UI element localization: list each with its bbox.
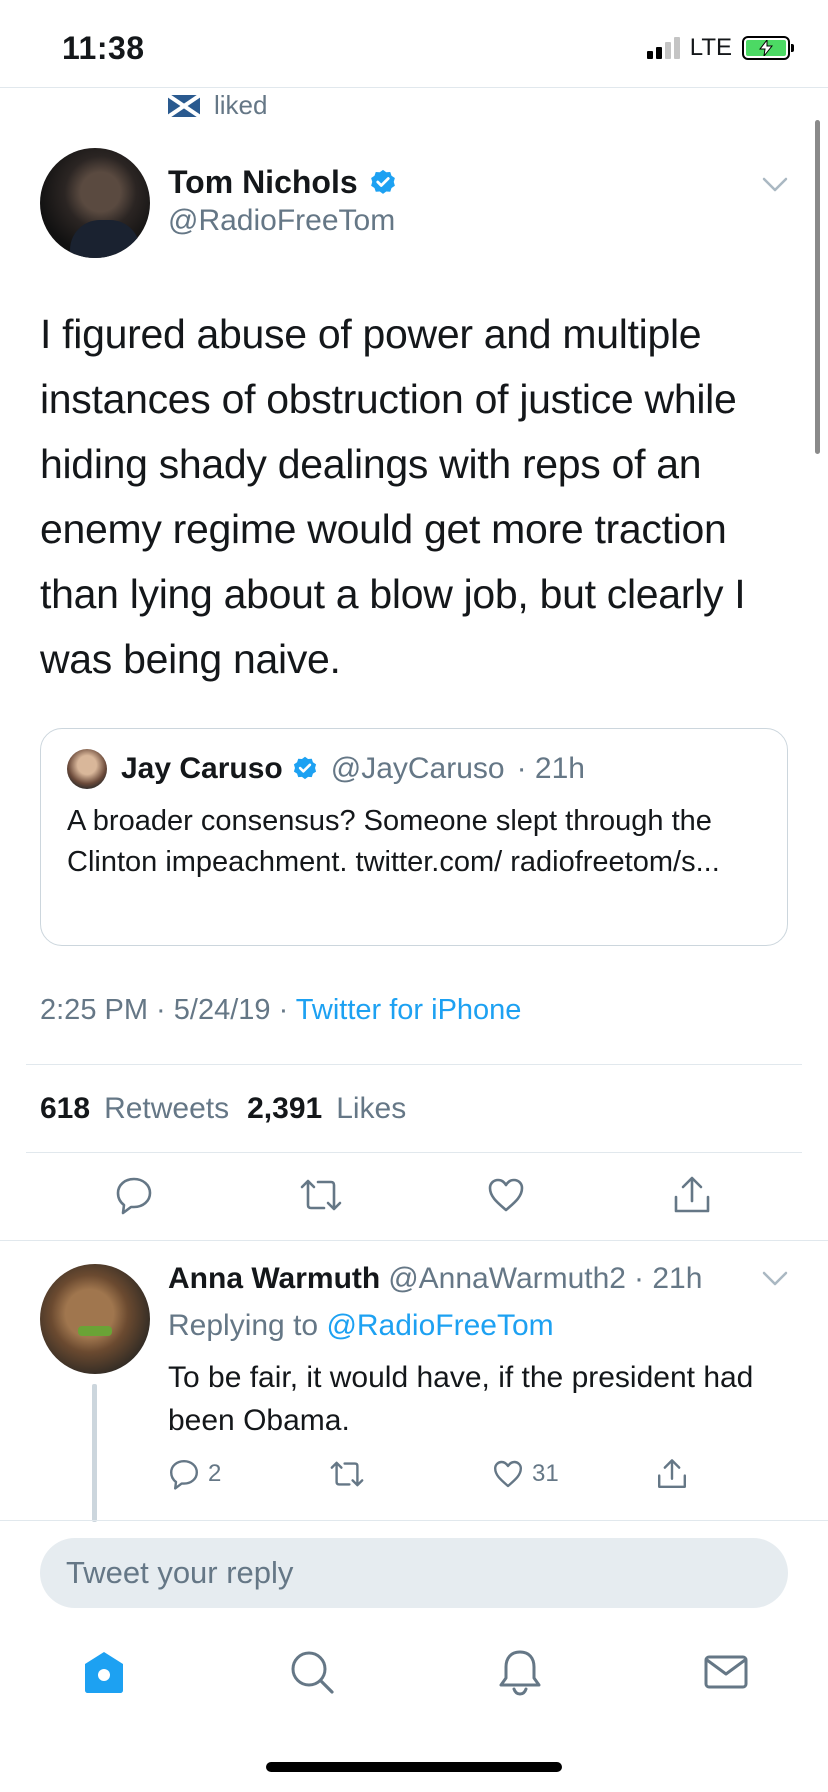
replying-to: Replying to @RadioFreeTom — [168, 1309, 554, 1343]
reply-icon[interactable] — [114, 1175, 154, 1215]
like-count: 31 — [532, 1460, 559, 1487]
retweet-icon — [330, 1461, 364, 1487]
reply-reply-button[interactable]: 2 — [168, 1456, 221, 1492]
author-name[interactable]: Tom Nichols — [168, 164, 358, 201]
reply-share-button[interactable] — [656, 1456, 688, 1492]
search-icon[interactable] — [288, 1648, 336, 1696]
tweet-source-link[interactable]: Twitter for iPhone — [296, 994, 522, 1026]
replying-to-mention[interactable]: @RadioFreeTom — [326, 1309, 553, 1342]
quote-text: A broader consensus? Someone slept throu… — [67, 805, 720, 878]
verified-badge-icon — [293, 756, 316, 780]
avatar[interactable] — [40, 148, 150, 258]
replying-to-prefix: Replying to — [168, 1309, 319, 1342]
home-indicator[interactable] — [266, 1762, 562, 1772]
quote-header: Jay Caruso @JayCaruso · 21h — [67, 747, 761, 791]
tweet-meta: 2:25 PM · 5/24/19 · Twitter for iPhone — [40, 994, 521, 1027]
quote-author-name: Jay Caruso — [121, 752, 283, 785]
chevron-down-icon[interactable] — [762, 1270, 788, 1288]
thread-line — [92, 1384, 97, 1522]
retweets-count[interactable]: 618 — [40, 1092, 90, 1126]
status-indicators: LTE — [646, 34, 794, 62]
status-time: 11:38 — [62, 30, 145, 66]
reply-icon — [170, 1460, 198, 1490]
divider — [0, 1240, 828, 1241]
tweet-reply-input[interactable] — [40, 1538, 788, 1608]
reply-avatar[interactable] — [40, 1264, 150, 1374]
tab-bar — [0, 1648, 828, 1704]
retweet-icon[interactable] — [298, 1175, 344, 1215]
reply-actions: 2 31 — [0, 1456, 828, 1492]
liked-label: liked — [214, 90, 268, 120]
signal-icon — [646, 37, 680, 59]
tweet-stats: 618 Retweets 2,391 Likes — [40, 1092, 410, 1126]
reply-author-name[interactable]: Anna Warmuth — [168, 1262, 380, 1296]
network-type: LTE — [689, 34, 732, 61]
reply-author-handle[interactable]: @AnnaWarmuth2 — [388, 1262, 626, 1296]
notifications-bell-icon[interactable] — [496, 1648, 544, 1696]
home-icon[interactable] — [80, 1648, 128, 1696]
share-icon — [658, 1459, 686, 1488]
reply-retweet-button[interactable] — [328, 1456, 366, 1492]
quote-time: · 21h — [516, 752, 585, 785]
quote-avatar — [67, 749, 107, 789]
tweet-timestamp: 2:25 PM · 5/24/19 · — [40, 994, 296, 1026]
divider — [26, 1152, 802, 1153]
reply-header: Anna Warmuth @AnnaWarmuth2 · 21h — [168, 1262, 702, 1296]
divider — [0, 1520, 828, 1521]
social-context: liked — [168, 90, 267, 121]
tweet-text: I figured abuse of power and multiple in… — [40, 311, 746, 682]
status-bar: 11:38 LTE — [0, 0, 828, 88]
quote-tweet-card[interactable]: Jay Caruso @JayCaruso · 21h A broader co… — [40, 728, 788, 946]
likes-label[interactable]: Likes — [336, 1092, 406, 1126]
likes-count[interactable]: 2,391 — [247, 1092, 322, 1126]
tweet-author[interactable]: Tom Nichols — [168, 164, 398, 201]
heart-icon — [494, 1460, 522, 1488]
messages-envelope-icon[interactable] — [702, 1648, 750, 1696]
quote-author-handle: @JayCaruso — [330, 752, 505, 785]
tweet-actions — [0, 1175, 828, 1219]
reply-like-button[interactable]: 31 — [492, 1456, 559, 1492]
share-icon[interactable] — [672, 1175, 712, 1215]
reply-time: · 21h — [634, 1262, 703, 1295]
heart-icon[interactable] — [486, 1175, 526, 1215]
verified-badge-icon — [370, 169, 395, 194]
author-handle[interactable]: @RadioFreeTom — [168, 204, 395, 238]
divider — [26, 1064, 802, 1065]
battery-icon — [742, 36, 794, 60]
chevron-down-icon[interactable] — [762, 176, 788, 194]
scotland-flag-icon — [168, 94, 200, 117]
retweets-label[interactable]: Retweets — [104, 1092, 229, 1126]
reply-count: 2 — [208, 1460, 222, 1487]
reply-text: To be fair, it would have, if the presid… — [168, 1361, 754, 1437]
scroll-indicator[interactable] — [815, 120, 820, 454]
